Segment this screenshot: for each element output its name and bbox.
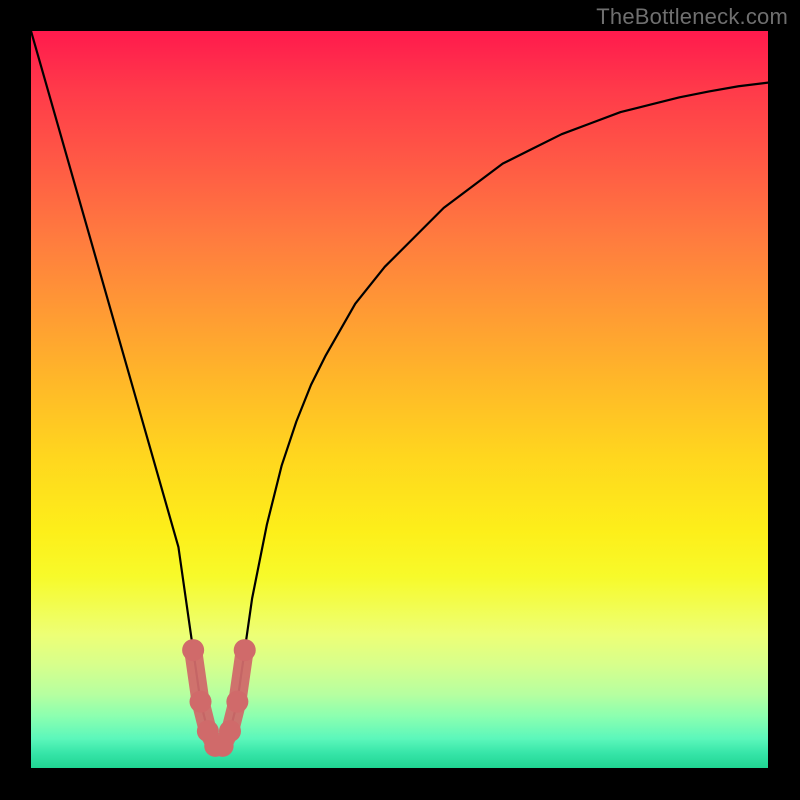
highlight-dot — [219, 720, 241, 742]
highlight-dot — [226, 691, 248, 713]
plot-area — [31, 31, 768, 768]
curve-layer — [31, 31, 768, 768]
highlight-dot — [190, 691, 212, 713]
highlight-dots — [182, 639, 256, 757]
chart-frame: TheBottleneck.com — [0, 0, 800, 800]
highlight-dot — [182, 639, 204, 661]
highlight-dot — [234, 639, 256, 661]
watermark-text: TheBottleneck.com — [596, 4, 788, 30]
bottleneck-curve — [31, 31, 768, 746]
